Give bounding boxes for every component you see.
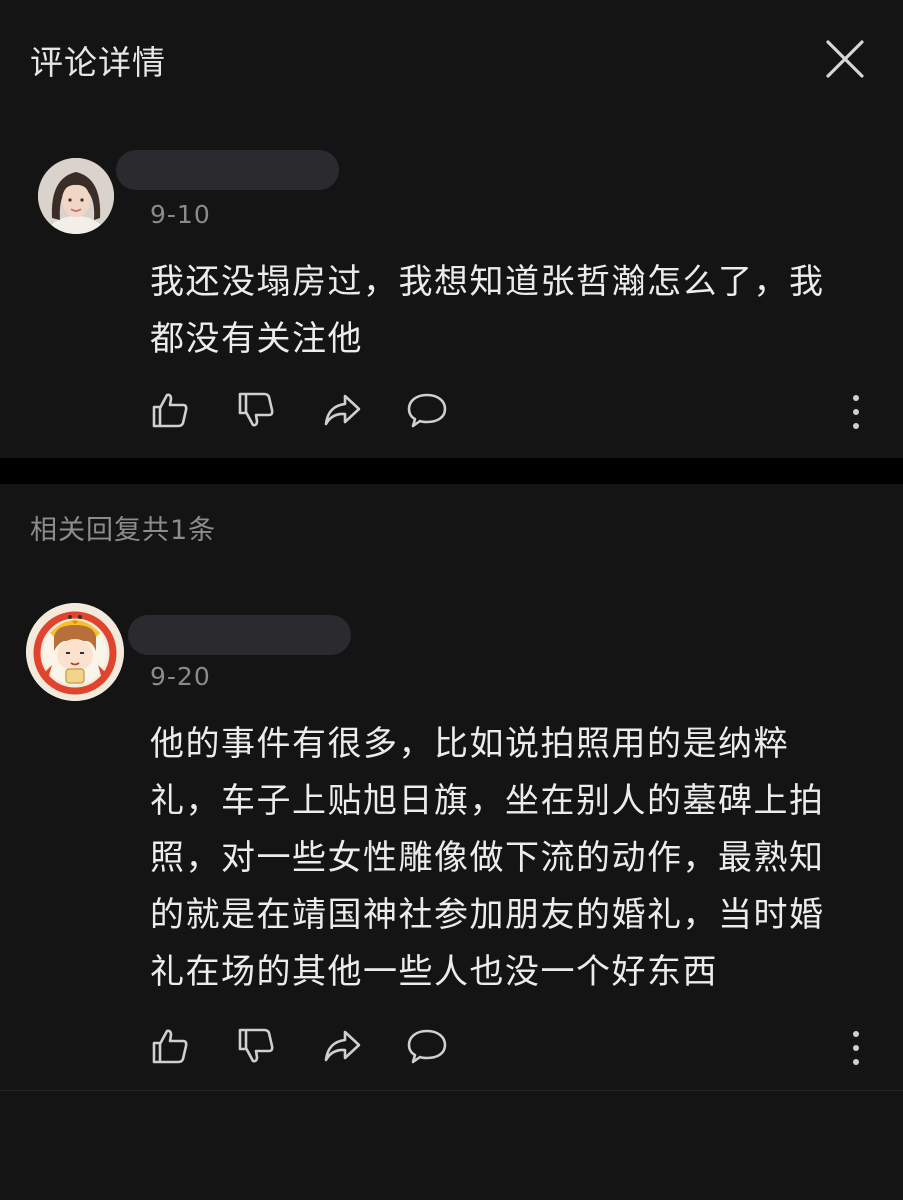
username-redacted [128,615,351,655]
reply-date: 9-20 [150,662,211,691]
avatar-cartoon [26,603,124,701]
reply-text: 他的事件有很多，比如说拍照用的是纳粹 礼，车子上贴旭日旗，坐在别人的墓碑上拍 照… [150,716,870,1001]
like-button[interactable] [150,1026,190,1066]
reply-comment: 9-20 他的事件有很多，比如说拍照用的是纳粹 礼，车子上贴旭日旗，坐在别人的墓… [0,0,903,1090]
more-button[interactable] [848,1026,864,1070]
reply-text-line: 礼，车子上贴旭日旗，坐在别人的墓碑上拍 [150,781,825,821]
more-icon [853,1031,859,1065]
reply-text-line: 照，对一些女性雕像做下流的动作，最熟知 [150,838,825,878]
thumbs-down-icon [238,1028,274,1063]
avatar[interactable] [26,603,124,701]
share-icon [324,1030,361,1062]
reply-text-line: 礼在场的其他一些人也没一个好东西 [150,952,718,992]
share-button[interactable] [322,1026,362,1066]
thumbs-up-icon [152,1029,188,1064]
reply-actions [150,1026,870,1070]
comment-icon [407,1029,447,1064]
reply-text-line: 他的事件有很多，比如说拍照用的是纳粹 [150,724,789,764]
dislike-button[interactable] [236,1026,276,1066]
list-end-divider [0,1090,903,1091]
reply-button[interactable] [406,1026,447,1066]
reply-text-line: 的就是在靖国神社参加朋友的婚礼，当时婚 [150,895,825,935]
